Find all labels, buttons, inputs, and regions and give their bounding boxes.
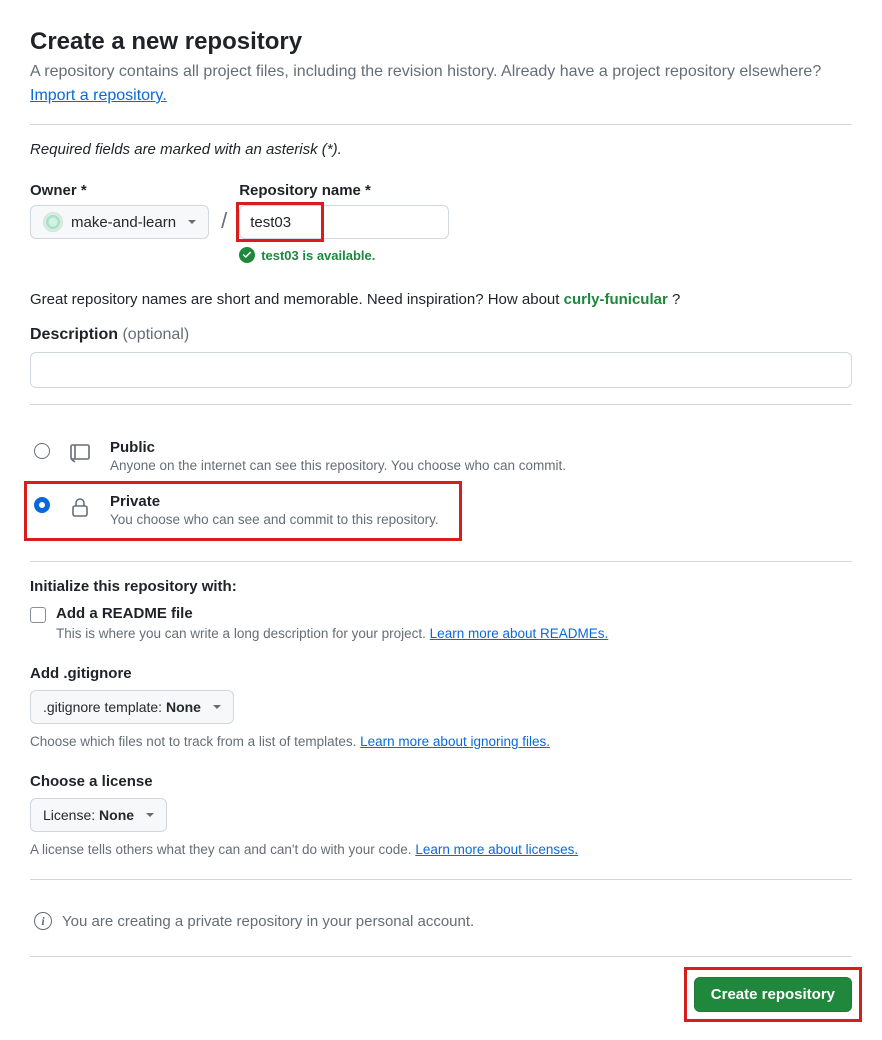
repo-name-label: Repository name * [239,182,449,199]
private-desc: You choose who can see and commit to thi… [110,512,439,527]
readme-desc: This is where you can write a long descr… [56,626,852,641]
gitignore-heading: Add .gitignore [30,665,852,682]
readme-checkbox-row[interactable]: Add a README file [30,605,852,623]
info-icon: i [34,912,52,930]
divider [30,879,852,880]
radio-unchecked-icon [34,443,50,459]
readme-title: Add a README file [56,605,193,622]
caret-down-icon [146,813,154,817]
description-input[interactable] [30,352,852,388]
divider [30,124,852,125]
visibility-public-option[interactable]: Public Anyone on the internet can see th… [30,429,852,483]
caret-down-icon [213,705,221,709]
initialize-heading: Initialize this repository with: [30,578,852,595]
readme-learn-more-link[interactable]: Learn more about READMEs. [430,626,609,641]
private-title: Private [110,493,439,510]
visibility-private-option[interactable]: Private You choose who can see and commi… [30,483,852,537]
gitignore-learn-more-link[interactable]: Learn more about ignoring files. [360,734,550,749]
page-title: Create a new repository [30,28,852,56]
gitignore-help: Choose which files not to track from a l… [30,734,852,749]
license-select[interactable]: License: None [30,798,167,832]
owner-avatar-icon [43,212,63,232]
create-repository-button[interactable]: Create repository [694,977,852,1012]
description-label: Description (optional) [30,326,852,344]
import-repository-link[interactable]: Import a repository. [30,87,167,104]
repo-name-input[interactable] [239,205,449,239]
required-fields-note: Required fields are marked with an aster… [30,141,852,158]
radio-checked-icon [34,497,50,513]
license-help: A license tells others what they can and… [30,842,852,857]
public-desc: Anyone on the internet can see this repo… [110,458,566,473]
slash-separator: / [217,208,231,234]
checkbox-unchecked-icon [30,607,46,623]
owner-select[interactable]: make-and-learn [30,205,209,239]
availability-status: test03 is available. [239,247,449,263]
owner-label: Owner * [30,182,209,199]
inspiration-text: Great repository names are short and mem… [30,291,852,308]
suggested-name[interactable]: curly-funicular [564,291,668,308]
divider [30,561,852,562]
info-message: i You are creating a private repository … [30,896,852,940]
public-title: Public [110,439,566,456]
divider [30,956,852,957]
repo-public-icon [68,441,92,468]
divider [30,404,852,405]
check-circle-icon [239,247,255,263]
license-learn-more-link[interactable]: Learn more about licenses. [415,842,578,857]
page-subtitle: A repository contains all project files,… [30,60,852,108]
owner-value: make-and-learn [71,214,176,231]
lock-icon [68,495,92,522]
gitignore-select[interactable]: .gitignore template: None [30,690,234,724]
license-heading: Choose a license [30,773,852,790]
caret-down-icon [188,220,196,224]
